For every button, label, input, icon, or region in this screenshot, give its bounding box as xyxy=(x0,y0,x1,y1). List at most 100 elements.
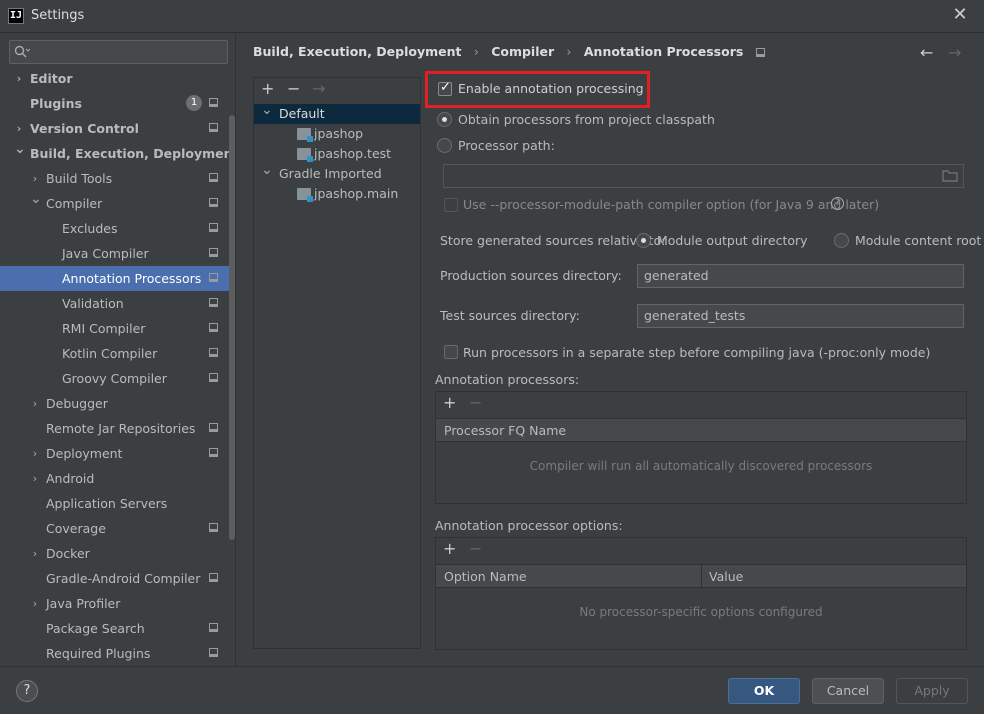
table-header: Option Name Value xyxy=(436,564,966,588)
sidebar-item-label: Java Profiler xyxy=(46,596,121,611)
sidebar-item[interactable]: Validation xyxy=(0,291,230,316)
project-scope-icon xyxy=(209,623,218,632)
add-processor-button[interactable]: + xyxy=(443,394,456,412)
module-tree-item[interactable]: jpashop.main xyxy=(254,184,420,204)
breadcrumb-item[interactable]: Annotation Processors xyxy=(584,44,743,59)
sidebar-item[interactable]: ⌄ Compiler xyxy=(0,191,230,216)
move-to-button: → xyxy=(312,79,326,98)
breadcrumb-separator: › xyxy=(566,44,572,59)
sidebar-item[interactable]: ⌄ Build, Execution, Deployment xyxy=(0,141,230,166)
chevron-right-icon[interactable]: › xyxy=(30,591,40,616)
sidebar-item-label: Version Control xyxy=(30,121,139,136)
sidebar-item-label: Docker xyxy=(46,546,90,561)
sidebar-item-label: RMI Compiler xyxy=(62,321,146,336)
sidebar-item-label: Application Servers xyxy=(46,496,168,511)
sidebar-item[interactable]: › Docker xyxy=(0,541,230,566)
column-header[interactable]: Value xyxy=(709,565,743,588)
sidebar-item[interactable]: › Java Profiler xyxy=(0,591,230,616)
project-scope-icon xyxy=(209,448,218,457)
separate-step-label[interactable]: Run processors in a separate step before… xyxy=(463,345,930,360)
sidebar-item-label: Excludes xyxy=(62,221,118,236)
chevron-right-icon[interactable]: › xyxy=(30,541,40,566)
sidebar-item[interactable]: › Android xyxy=(0,466,230,491)
sidebar-scrollbar[interactable] xyxy=(229,115,235,540)
table-toolbar: + − xyxy=(436,538,966,562)
sidebar-item-label: Build, Execution, Deployment xyxy=(30,146,230,161)
sidebar-item[interactable]: Application Servers xyxy=(0,491,230,516)
column-divider[interactable] xyxy=(701,565,702,587)
add-profile-button[interactable]: + xyxy=(261,80,274,98)
sidebar-item[interactable]: Kotlin Compiler xyxy=(0,341,230,366)
project-scope-icon xyxy=(209,348,218,357)
sidebar-item[interactable]: › Version Control xyxy=(0,116,230,141)
project-scope-icon xyxy=(209,173,218,182)
sidebar-item[interactable]: Java Compiler xyxy=(0,241,230,266)
module-output-label[interactable]: Module output directory xyxy=(657,233,808,248)
project-scope-icon xyxy=(209,98,218,107)
sidebar-item[interactable]: › Deployment xyxy=(0,441,230,466)
module-tree-label: Gradle Imported xyxy=(279,166,382,181)
breadcrumb-item[interactable]: Build, Execution, Deployment xyxy=(253,44,461,59)
add-option-button[interactable]: + xyxy=(443,540,456,558)
test-sources-input[interactable]: generated_tests xyxy=(637,304,964,328)
search-input[interactable] xyxy=(9,40,228,64)
obtain-from-classpath-radio[interactable] xyxy=(437,112,452,127)
chevron-right-icon[interactable]: › xyxy=(30,441,40,466)
enable-annotation-processing-label[interactable]: Enable annotation processing xyxy=(458,81,644,96)
sidebar-item-label: Coverage xyxy=(46,521,106,536)
sidebar-item[interactable]: › Editor xyxy=(0,66,230,91)
cancel-button[interactable]: Cancel xyxy=(812,678,884,704)
production-sources-input[interactable]: generated xyxy=(637,264,964,288)
module-content-root-radio[interactable] xyxy=(834,233,849,248)
sidebar-item[interactable]: Gradle-Android Compiler xyxy=(0,566,230,591)
arrow-left-icon[interactable]: ← xyxy=(920,43,933,62)
processor-path-radio[interactable] xyxy=(437,138,452,153)
notification-badge: 1 xyxy=(186,95,202,111)
project-scope-icon xyxy=(209,123,218,132)
ok-button[interactable]: OK xyxy=(728,678,800,704)
help-button[interactable]: ? xyxy=(16,680,38,702)
chevron-right-icon[interactable]: › xyxy=(30,391,40,416)
project-scope-icon xyxy=(209,373,218,382)
project-scope-icon xyxy=(209,248,218,257)
sidebar-item[interactable]: Remote Jar Repositories xyxy=(0,416,230,441)
sidebar-item[interactable]: Groovy Compiler xyxy=(0,366,230,391)
sidebar-item[interactable]: Annotation Processors xyxy=(0,266,230,291)
module-output-radio[interactable] xyxy=(636,233,651,248)
obtain-from-classpath-label[interactable]: Obtain processors from project classpath xyxy=(458,112,715,127)
intellij-app-icon: IJ xyxy=(8,8,24,24)
sidebar-item[interactable]: Package Search xyxy=(0,616,230,641)
sidebar-item[interactable]: Plugins 1 xyxy=(0,91,230,116)
sidebar-item[interactable]: RMI Compiler xyxy=(0,316,230,341)
module-tree-label: jpashop xyxy=(314,126,364,141)
sidebar-item[interactable]: Excludes xyxy=(0,216,230,241)
remove-profile-button[interactable]: − xyxy=(287,80,300,98)
chevron-down-icon[interactable]: ⌄ xyxy=(261,160,273,180)
chevron-down-icon[interactable]: ⌄ xyxy=(261,100,273,120)
breadcrumb-item[interactable]: Compiler xyxy=(491,44,554,59)
separate-step-checkbox[interactable] xyxy=(444,345,458,359)
enable-annotation-processing-checkbox[interactable] xyxy=(438,80,452,96)
project-scope-icon xyxy=(209,648,218,657)
store-generated-label: Store generated sources relative to: xyxy=(440,233,666,248)
module-folder-icon xyxy=(297,148,313,162)
module-content-root-label[interactable]: Module content root xyxy=(855,233,981,248)
sidebar-item[interactable]: › Debugger xyxy=(0,391,230,416)
module-folder-icon xyxy=(297,188,313,202)
chevron-right-icon[interactable]: › xyxy=(14,66,24,91)
sidebar-item[interactable]: Required Plugins xyxy=(0,641,230,666)
column-header[interactable]: Option Name xyxy=(444,565,527,588)
chevron-right-icon[interactable]: › xyxy=(30,466,40,491)
help-info-icon[interactable]: ? xyxy=(831,197,844,210)
module-tree-item[interactable]: jpashop xyxy=(254,124,420,144)
module-tree-item[interactable]: jpashop.test xyxy=(254,144,420,164)
module-tree-item[interactable]: ⌄ Gradle Imported xyxy=(254,162,420,184)
chevron-down-icon[interactable]: ⌄ xyxy=(30,187,42,212)
chevron-down-icon[interactable]: ⌄ xyxy=(14,137,26,162)
sidebar-item[interactable]: Coverage xyxy=(0,516,230,541)
processor-path-label[interactable]: Processor path: xyxy=(458,138,555,153)
close-icon[interactable]: ✕ xyxy=(948,4,972,28)
column-header[interactable]: Processor FQ Name xyxy=(444,419,566,442)
module-tree-item[interactable]: ⌄ Default xyxy=(254,102,420,124)
module-folder-icon xyxy=(297,128,313,142)
